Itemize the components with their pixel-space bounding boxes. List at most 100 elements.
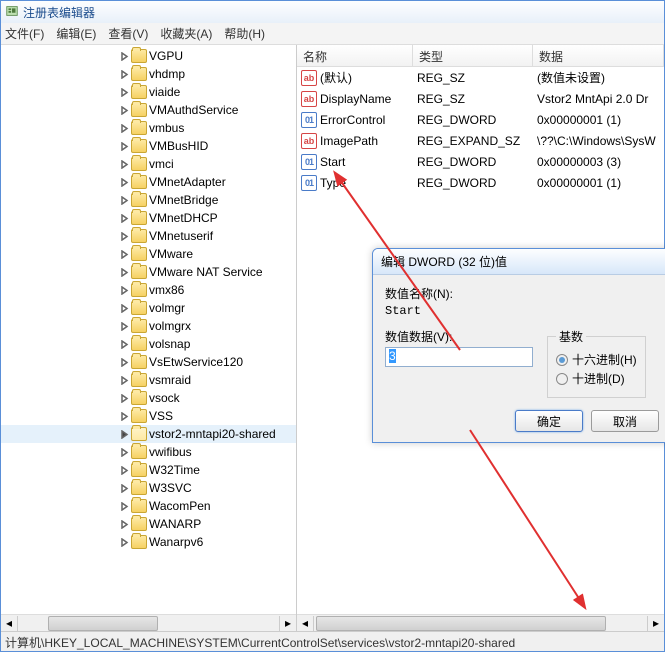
horizontal-scrollbar[interactable]: ◂ ▸	[297, 614, 664, 631]
folder-icon	[131, 463, 147, 477]
folder-icon	[131, 319, 147, 333]
value-data-input[interactable]: 3	[385, 347, 533, 367]
menu-view[interactable]: 查看(V)	[108, 25, 148, 42]
expand-icon[interactable]	[119, 321, 129, 331]
tree-item[interactable]: vmx86	[1, 281, 296, 299]
tree-item[interactable]: VMware NAT Service	[1, 263, 296, 281]
folder-icon	[131, 337, 147, 351]
folder-icon	[131, 355, 147, 369]
horizontal-scrollbar[interactable]: ◂ ▸	[1, 614, 296, 631]
expand-icon[interactable]	[119, 123, 129, 133]
tree-item[interactable]: VSS	[1, 407, 296, 425]
expand-icon[interactable]	[119, 213, 129, 223]
expand-icon[interactable]	[119, 393, 129, 403]
tree-item[interactable]: VMnetAdapter	[1, 173, 296, 191]
column-type[interactable]: 类型	[413, 45, 533, 66]
tree-item[interactable]: vsmraid	[1, 371, 296, 389]
menu-file[interactable]: 文件(F)	[5, 25, 44, 42]
expand-icon[interactable]	[119, 285, 129, 295]
tree-item[interactable]: VMware	[1, 245, 296, 263]
folder-icon	[131, 445, 147, 459]
expand-icon[interactable]	[119, 339, 129, 349]
expand-icon[interactable]	[119, 267, 129, 277]
tree-item[interactable]: VMnetuserif	[1, 227, 296, 245]
expand-icon[interactable]	[119, 69, 129, 79]
expand-icon[interactable]	[119, 105, 129, 115]
tree-item[interactable]: volsnap	[1, 335, 296, 353]
radio-hex[interactable]: 十六进制(H)	[556, 351, 637, 368]
tree-item[interactable]: volmgrx	[1, 317, 296, 335]
value-row[interactable]: ImagePathREG_EXPAND_SZ\??\C:\Windows\Sys…	[297, 130, 664, 151]
expand-icon[interactable]	[119, 465, 129, 475]
value-row[interactable]: StartREG_DWORD0x00000003 (3)	[297, 151, 664, 172]
value-row[interactable]: ErrorControlREG_DWORD0x00000001 (1)	[297, 109, 664, 130]
expand-icon[interactable]	[119, 357, 129, 367]
tree-item[interactable]: VMnetBridge	[1, 191, 296, 209]
tree-item[interactable]: VMBusHID	[1, 137, 296, 155]
menu-edit[interactable]: 编辑(E)	[56, 25, 96, 42]
tree-item[interactable]: vstor2-mntapi20-shared	[1, 425, 296, 443]
tree-item[interactable]: vsock	[1, 389, 296, 407]
tree-item[interactable]: WANARP	[1, 515, 296, 533]
titlebar: 注册表编辑器	[1, 1, 664, 23]
expand-icon[interactable]	[119, 483, 129, 493]
tree-item-label: volmgr	[149, 301, 185, 315]
tree-item-label: VMBusHID	[149, 139, 208, 153]
tree-item[interactable]: volmgr	[1, 299, 296, 317]
tree-item-label: WANARP	[149, 517, 201, 531]
menu-help[interactable]: 帮助(H)	[224, 25, 265, 42]
expand-icon[interactable]	[119, 375, 129, 385]
cancel-button[interactable]: 取消	[591, 410, 659, 432]
expand-icon[interactable]	[119, 519, 129, 529]
tree-item-label: WacomPen	[149, 499, 211, 513]
tree-item[interactable]: VsEtwService120	[1, 353, 296, 371]
folder-icon	[131, 283, 147, 297]
folder-icon	[131, 85, 147, 99]
tree-item[interactable]: VMAuthdService	[1, 101, 296, 119]
value-row[interactable]: (默认)REG_SZ(数值未设置)	[297, 67, 664, 88]
expand-icon[interactable]	[119, 411, 129, 421]
expand-icon[interactable]	[119, 537, 129, 547]
tree-item[interactable]: VGPU	[1, 47, 296, 65]
tree-item-label: VsEtwService120	[149, 355, 243, 369]
tree-item[interactable]: W32Time	[1, 461, 296, 479]
expand-icon[interactable]	[119, 303, 129, 313]
tree-item[interactable]: Wanarpv6	[1, 533, 296, 551]
value-name: Type	[320, 176, 346, 190]
tree-item[interactable]: vwifibus	[1, 443, 296, 461]
tree-item[interactable]: vmbus	[1, 119, 296, 137]
expand-icon[interactable]	[119, 231, 129, 241]
expand-icon[interactable]	[119, 141, 129, 151]
column-data[interactable]: 数据	[533, 45, 664, 66]
tree-item[interactable]: W3SVC	[1, 479, 296, 497]
tree-item[interactable]: VMnetDHCP	[1, 209, 296, 227]
expand-icon[interactable]	[119, 447, 129, 457]
value-row[interactable]: TypeREG_DWORD0x00000001 (1)	[297, 172, 664, 193]
tree-item[interactable]: vhdmp	[1, 65, 296, 83]
expand-icon[interactable]	[119, 249, 129, 259]
statusbar: 计算机\HKEY_LOCAL_MACHINE\SYSTEM\CurrentCon…	[1, 631, 664, 651]
value-row[interactable]: DisplayNameREG_SZVstor2 MntApi 2.0 Dr	[297, 88, 664, 109]
string-value-icon	[301, 70, 317, 86]
radio-dec[interactable]: 十进制(D)	[556, 370, 637, 387]
folder-icon	[131, 67, 147, 81]
expand-icon[interactable]	[119, 51, 129, 61]
column-name[interactable]: 名称	[297, 45, 413, 66]
menu-favorites[interactable]: 收藏夹(A)	[160, 25, 212, 42]
tree-item[interactable]: vmci	[1, 155, 296, 173]
window-title: 注册表编辑器	[23, 4, 95, 21]
tree-item[interactable]: viaide	[1, 83, 296, 101]
tree-item-label: vmci	[149, 157, 174, 171]
expand-icon[interactable]	[119, 159, 129, 169]
expand-icon[interactable]	[119, 177, 129, 187]
folder-open-icon	[131, 427, 147, 441]
tree-item[interactable]: WacomPen	[1, 497, 296, 515]
expand-icon[interactable]	[119, 195, 129, 205]
folder-icon	[131, 535, 147, 549]
tree-item-label: VMnetuserif	[149, 229, 213, 243]
expand-icon[interactable]	[119, 429, 129, 439]
tree-item-label: vsmraid	[149, 373, 191, 387]
ok-button[interactable]: 确定	[515, 410, 583, 432]
expand-icon[interactable]	[119, 501, 129, 511]
expand-icon[interactable]	[119, 87, 129, 97]
